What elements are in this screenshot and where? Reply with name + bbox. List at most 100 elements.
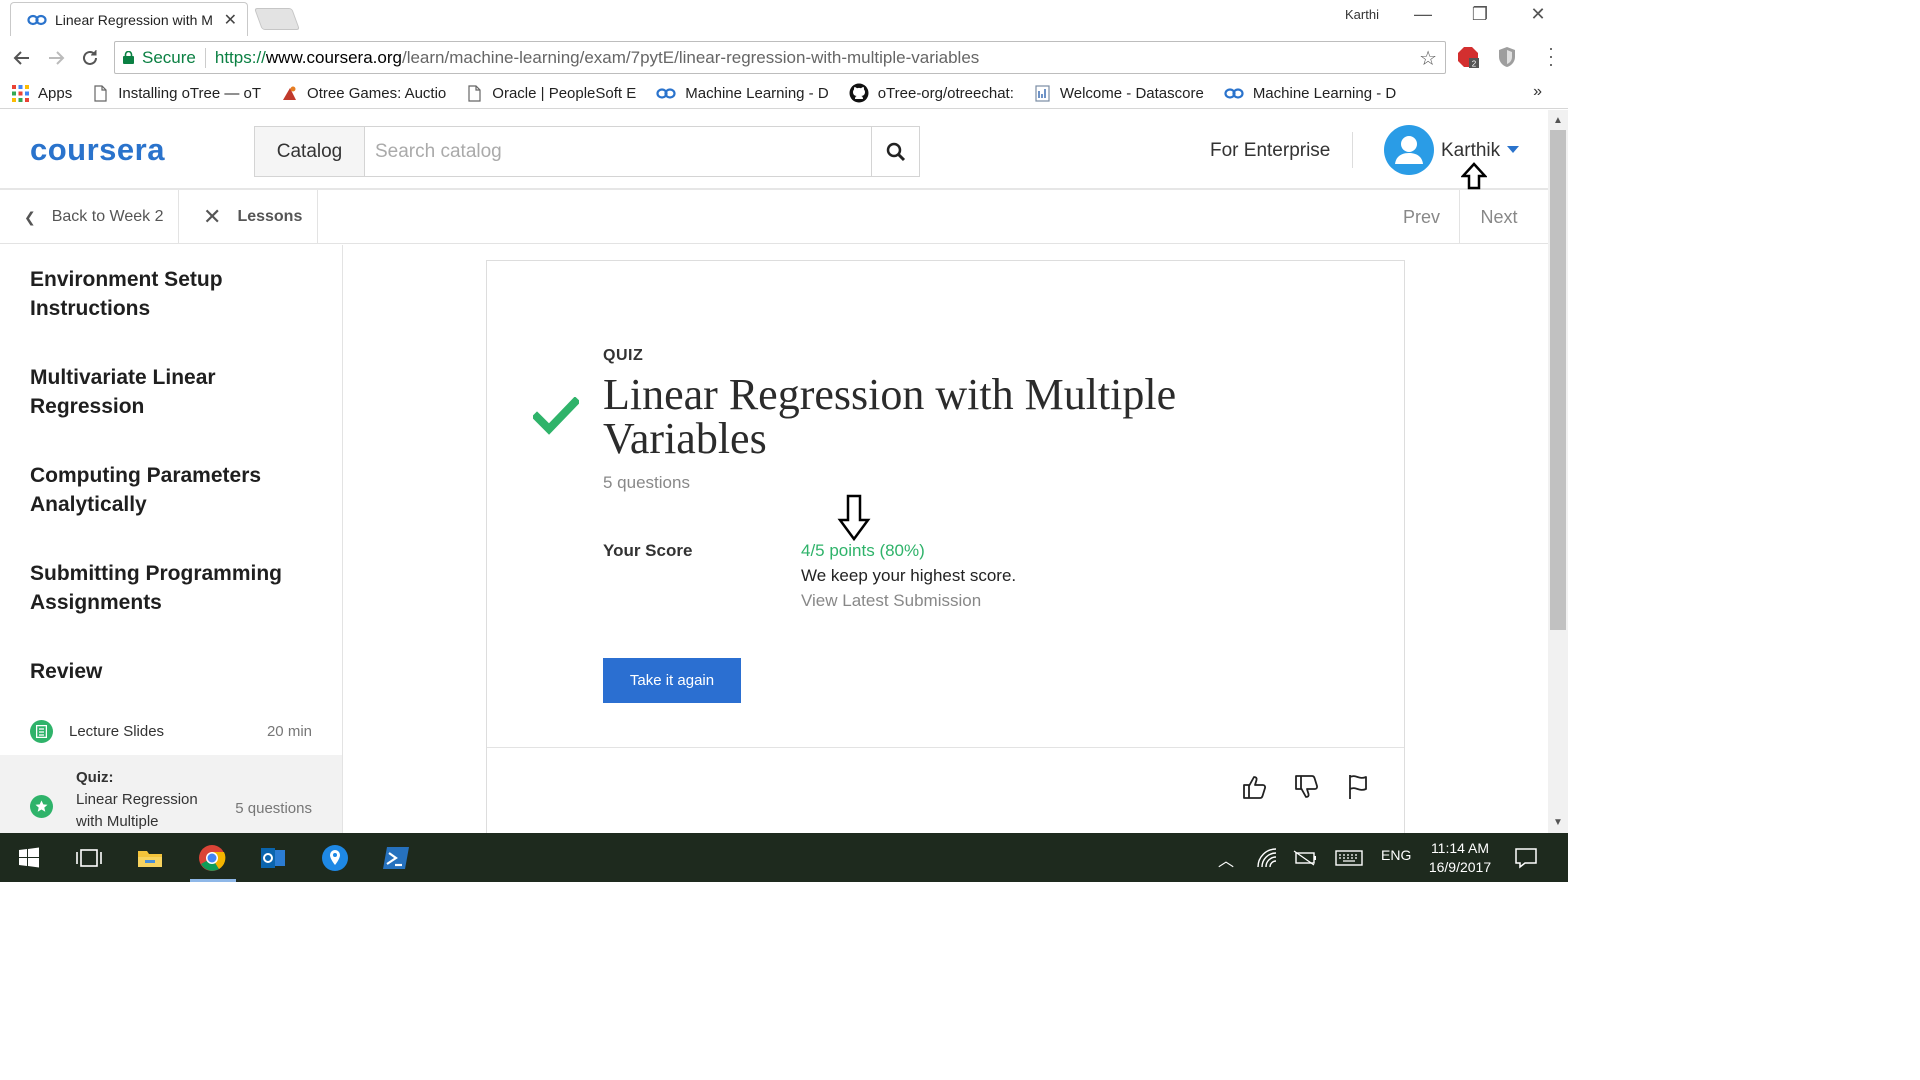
thumbs-up-icon[interactable]: [1241, 773, 1269, 801]
language-indicator[interactable]: ENG: [1381, 847, 1411, 863]
score-note: We keep your highest score.: [801, 566, 1017, 585]
bookmark-label: Machine Learning - D: [1252, 84, 1397, 102]
reload-icon[interactable]: [76, 44, 104, 72]
sidebar-item-lecture-slides[interactable]: Lecture Slides 20 min: [0, 707, 342, 755]
sidebar-section-multivariate[interactable]: Multivariate Linear Regression: [30, 363, 320, 421]
bookmark-machine-learning-1[interactable]: Machine Learning - D: [656, 84, 829, 102]
new-tab-button[interactable]: [253, 8, 301, 30]
coursera-icon: [656, 87, 676, 99]
header-divider: [1352, 132, 1353, 168]
bookmark-datascore[interactable]: Welcome - Datascore: [1034, 85, 1204, 102]
bookmark-label: Machine Learning - D: [685, 84, 829, 102]
sidebar-section-environment-setup[interactable]: Environment Setup Instructions: [30, 265, 320, 323]
url-scheme: https://: [214, 47, 266, 67]
lesson-subnav: ❮ Back to Week 2 ✕ Lessons Prev Next: [0, 190, 1548, 244]
apps-grid-icon: [12, 84, 29, 102]
search-button[interactable]: [871, 127, 919, 176]
sidebar-section-submitting[interactable]: Submitting Programming Assignments: [30, 559, 320, 617]
tab-close-icon[interactable]: ✕: [224, 10, 237, 30]
maps-icon[interactable]: [320, 843, 350, 873]
lessons-toggle-button[interactable]: ✕ Lessons: [179, 190, 318, 244]
back-to-week-label: Back to Week 2: [51, 208, 164, 225]
quiz-title: Linear Regression with Multiple Variable…: [603, 370, 1177, 463]
quiz-question-count: 5 questions: [603, 473, 690, 492]
window-user-label[interactable]: Karthi: [1345, 7, 1379, 22]
close-window-icon[interactable]: ✕: [1515, 4, 1561, 25]
catalog-button[interactable]: Catalog: [255, 127, 365, 176]
for-enterprise-link[interactable]: For Enterprise: [1210, 140, 1330, 162]
scroll-up-icon[interactable]: ▲: [1553, 115, 1563, 126]
prev-button[interactable]: Prev: [1384, 190, 1460, 244]
taskbar-clock[interactable]: 11:14 AM 16/9/2017: [1418, 839, 1502, 877]
document-icon: [36, 724, 47, 738]
outlook-icon[interactable]: [258, 843, 288, 873]
scrollbar-thumb[interactable]: [1550, 130, 1566, 630]
tray-overflow-icon[interactable]: ︿: [1218, 847, 1234, 871]
search-bar: Catalog: [254, 126, 920, 177]
wifi-icon[interactable]: [1254, 845, 1280, 871]
page-icon: [94, 84, 107, 102]
sidebar-section-computing-parameters[interactable]: Computing Parameters Analytically: [30, 461, 320, 519]
user-avatar-icon: [1395, 136, 1423, 164]
bookmark-star-icon[interactable]: ☆: [1419, 46, 1437, 71]
adblock-extension-icon[interactable]: 2: [1457, 46, 1479, 68]
windows-start-icon[interactable]: [14, 843, 44, 873]
powershell-icon[interactable]: [381, 843, 411, 873]
username-label[interactable]: Karthik: [1441, 140, 1500, 162]
secure-label: Secure: [142, 47, 196, 67]
clock-time: 11:14 AM: [1430, 840, 1490, 856]
back-to-week-button[interactable]: ❮ Back to Week 2: [0, 190, 179, 244]
completed-star-icon: [30, 795, 53, 818]
bookmark-otreechat[interactable]: oTree-org/otreechat:: [849, 83, 1014, 103]
bookmark-label: Otree Games: Auctio: [307, 84, 447, 102]
bookmark-apps[interactable]: Apps: [12, 84, 72, 102]
sidebar-item-quiz[interactable]: Quiz: Linear Regression with Multiple 5 …: [0, 755, 342, 833]
card-footer-divider: [487, 747, 1404, 748]
url-text: https://www.coursera.org/learn/machine-l…: [215, 48, 979, 68]
doc-icon: [1035, 84, 1050, 102]
page-scrollbar[interactable]: ▲ ▼: [1548, 110, 1568, 833]
coursera-icon: [1224, 87, 1244, 99]
view-latest-submission-link[interactable]: View Latest Submission: [801, 591, 981, 611]
shield-extension-icon[interactable]: [1497, 46, 1517, 68]
forward-icon[interactable]: [42, 44, 70, 72]
browser-menu-icon[interactable]: · · ·: [1546, 39, 1556, 73]
keyboard-icon[interactable]: [1334, 845, 1364, 871]
address-bar[interactable]: Secure https://www.coursera.org/learn/ma…: [114, 41, 1446, 74]
lessons-label: Lessons: [237, 208, 303, 225]
bookmark-installing-otree[interactable]: Installing oTree — oT: [92, 85, 261, 102]
take-it-again-button[interactable]: Take it again: [603, 658, 741, 703]
chevron-left-icon: ❮: [24, 208, 36, 225]
github-icon: [849, 83, 869, 103]
address-divider: [204, 47, 206, 68]
otree-icon: [283, 86, 297, 100]
avatar[interactable]: [1384, 125, 1434, 175]
restore-icon[interactable]: ❐: [1457, 4, 1503, 25]
search-input[interactable]: [365, 127, 871, 176]
next-button[interactable]: Next: [1461, 190, 1537, 244]
site-header: coursera Catalog For Enterprise Karthik: [0, 110, 1548, 190]
task-view-icon[interactable]: [74, 843, 104, 873]
flag-icon[interactable]: [1346, 773, 1374, 801]
file-explorer-icon[interactable]: [135, 843, 165, 873]
extension-badge: 2: [1472, 60, 1477, 69]
chrome-icon[interactable]: [197, 843, 227, 873]
browser-tab[interactable]: Linear Regression with M ✕: [10, 2, 248, 36]
minimize-icon[interactable]: —: [1400, 4, 1446, 25]
battery-icon[interactable]: [1292, 845, 1318, 871]
user-menu-caret-icon[interactable]: [1507, 146, 1519, 153]
bookmark-otree-games[interactable]: Otree Games: Auctio: [281, 85, 446, 102]
bookmark-label: oTree-org/otreechat:: [877, 84, 1014, 102]
thumbs-down-icon[interactable]: [1293, 773, 1321, 801]
bookmark-machine-learning-2[interactable]: Machine Learning - D: [1224, 85, 1396, 102]
sidebar-section-review[interactable]: Review: [30, 657, 320, 686]
coursera-logo[interactable]: coursera: [30, 132, 165, 168]
bookmark-oracle-peoplesoft[interactable]: Oracle | PeopleSoft E: [466, 85, 636, 102]
score-label: Your Score: [603, 541, 693, 560]
back-icon[interactable]: [8, 44, 36, 72]
scroll-down-icon[interactable]: ▼: [1553, 817, 1563, 828]
bookmarks-overflow-icon[interactable]: »: [1533, 83, 1542, 101]
notifications-icon[interactable]: [1513, 845, 1539, 871]
windows-taskbar: ︿ ENG 11:14 AM 16/9/2017: [0, 833, 1568, 882]
secure-indicator[interactable]: Secure: [123, 48, 196, 68]
